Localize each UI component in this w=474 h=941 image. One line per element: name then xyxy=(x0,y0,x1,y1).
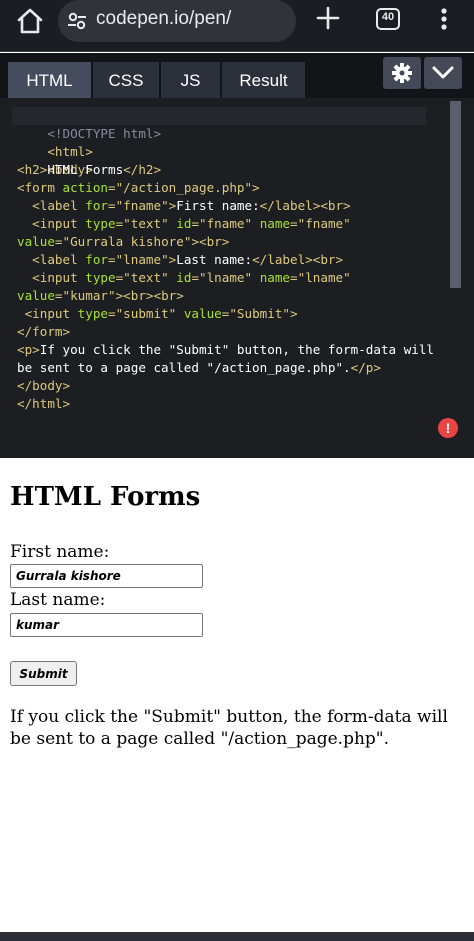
code-token: ="Submit"> xyxy=(221,306,298,321)
bottom-navigation-bar xyxy=(0,932,474,941)
code-token: be sent to a page called "/action_page.p… xyxy=(17,360,351,375)
code-token: <label xyxy=(17,252,86,267)
browser-toolbar: codepen.io/pen/ 40 xyxy=(0,0,474,52)
code-token: </body> xyxy=(17,378,71,393)
code-token: for xyxy=(85,252,108,267)
code-line[interactable]: <form action="/action_page.php"> xyxy=(17,179,260,197)
code-line[interactable]: <label for="fname">First name:</label><b… xyxy=(17,197,351,215)
collapse-button[interactable] xyxy=(424,57,462,89)
editor-header: HTML CSS JS Result xyxy=(0,53,474,99)
code-token: name xyxy=(259,270,291,285)
tab-switcher-button[interactable]: 40 xyxy=(376,8,400,30)
code-token: </label><br> xyxy=(252,252,344,267)
code-line[interactable]: <html> xyxy=(17,125,93,159)
code-token: type xyxy=(85,216,116,231)
code-token: If you click the "Submit" button, the fo… xyxy=(39,342,435,357)
more-vert-icon xyxy=(441,8,447,30)
tab-result[interactable]: Result xyxy=(222,62,305,99)
code-token: ="text" xyxy=(115,270,177,285)
code-line[interactable]: </body> xyxy=(17,377,70,395)
submit-button[interactable]: Submit xyxy=(10,661,77,686)
html-code-editor[interactable]: <!DOCTYPE html> <html> <body> <h2>HTML F… xyxy=(0,98,474,458)
code-line[interactable]: <!DOCTYPE html> xyxy=(17,107,161,141)
url-text[interactable]: codepen.io/pen/ xyxy=(96,8,231,30)
code-token: <h2> xyxy=(17,162,48,177)
code-line[interactable]: value="kumar"><br><br> xyxy=(17,287,184,305)
code-token: ="fname" xyxy=(290,216,351,231)
new-tab-button[interactable] xyxy=(314,4,342,32)
first-name-label: First name: xyxy=(10,542,110,562)
code-token: <input xyxy=(17,216,86,231)
first-name-input[interactable] xyxy=(10,564,203,588)
page-heading: HTML Forms xyxy=(10,482,201,512)
tab-js[interactable]: JS xyxy=(161,62,220,99)
code-token: ="submit" xyxy=(108,306,184,321)
code-token: ="Gurrala kishore"><br> xyxy=(54,234,230,249)
code-token: type xyxy=(77,306,109,321)
code-token: <input xyxy=(17,306,78,321)
code-token: ="lname" xyxy=(290,270,351,285)
code-token: <input xyxy=(17,270,86,285)
code-token: name xyxy=(259,216,291,231)
code-line[interactable]: <h2>HTML Forms</h2> xyxy=(17,161,161,179)
chevron-down-icon xyxy=(432,66,454,79)
gear-icon xyxy=(392,63,412,83)
error-badge[interactable]: ! xyxy=(438,418,458,438)
code-token: ="/action_page.php"> xyxy=(108,180,260,195)
code-line[interactable]: </html> xyxy=(17,395,70,413)
code-token: ="lname"> xyxy=(108,252,177,267)
result-preview: HTML Forms First name: Last name: Submit… xyxy=(0,458,474,932)
tab-html[interactable]: HTML xyxy=(8,62,91,99)
code-token: <label xyxy=(17,198,86,213)
code-token: Last name: xyxy=(176,252,253,267)
code-line[interactable]: value="Gurrala kishore"><br> xyxy=(17,233,229,251)
code-token: id xyxy=(176,270,192,285)
code-token: ="text" xyxy=(115,216,177,231)
code-token: for xyxy=(85,198,108,213)
code-token: action xyxy=(62,180,109,195)
code-line[interactable]: be sent to a page called "/action_page.p… xyxy=(17,359,381,377)
code-token: id xyxy=(176,216,192,231)
code-line[interactable]: <p>If you click the "Submit" button, the… xyxy=(17,341,434,359)
home-icon xyxy=(17,8,43,34)
code-line[interactable]: <body> xyxy=(17,143,93,177)
last-name-input[interactable] xyxy=(10,613,203,637)
code-token: </h2> xyxy=(123,162,162,177)
code-token: value xyxy=(183,306,222,321)
code-line[interactable]: <label for="lname">Last name:</label><br… xyxy=(17,251,343,269)
code-token: value xyxy=(17,234,55,249)
code-token: value xyxy=(17,288,55,303)
browser-menu-button[interactable] xyxy=(436,4,452,34)
code-line[interactable]: <input type="submit" value="Submit"> xyxy=(17,305,298,323)
code-line[interactable]: <input type="text" id="lname" name="lnam… xyxy=(17,269,351,287)
code-token: ="kumar"><br><br> xyxy=(54,288,184,303)
home-button[interactable] xyxy=(12,6,48,36)
editor-scrollbar[interactable] xyxy=(450,101,461,288)
code-token: <p> xyxy=(17,342,40,357)
tab-css[interactable]: CSS xyxy=(93,62,159,99)
info-paragraph: If you click the "Submit" button, the fo… xyxy=(10,707,448,749)
code-token: ="lname" xyxy=(191,270,260,285)
address-bar[interactable]: codepen.io/pen/ xyxy=(58,0,296,42)
last-name-label: Last name: xyxy=(10,590,106,610)
code-token: type xyxy=(85,270,116,285)
code-token: <form xyxy=(17,180,63,195)
plus-icon xyxy=(316,6,340,30)
tab-count: 40 xyxy=(381,11,395,23)
code-token: </form> xyxy=(17,324,71,339)
code-token: </label><br> xyxy=(259,198,351,213)
code-line[interactable]: </form> xyxy=(17,323,70,341)
tune-icon[interactable] xyxy=(66,10,88,32)
code-token: </p> xyxy=(350,360,381,375)
code-token: ="fname" xyxy=(191,216,260,231)
code-token: First name: xyxy=(176,198,260,213)
code-token: </html> xyxy=(17,396,71,411)
code-token: ="fname"> xyxy=(108,198,177,213)
code-line[interactable]: <input type="text" id="fname" name="fnam… xyxy=(17,215,351,233)
code-token: HTML Forms xyxy=(47,162,124,177)
settings-button[interactable] xyxy=(383,57,421,89)
